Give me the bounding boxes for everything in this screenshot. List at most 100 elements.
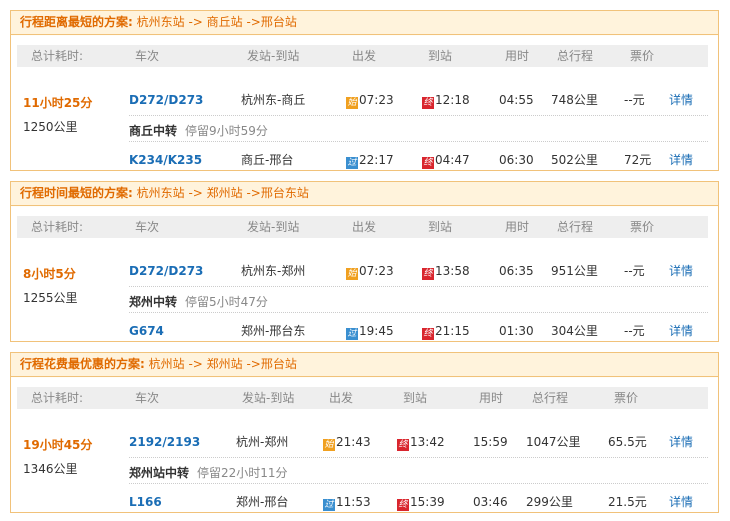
- plan-route: 杭州东站 -> 商丘站 ->邢台站: [136, 15, 297, 29]
- leg-price: --元: [624, 324, 645, 338]
- plan-card-shortest-time: 行程时间最短的方案: 杭州东站 -> 郑州站 ->邢台东站 总计耗时: 车次 发…: [10, 181, 719, 342]
- leg-stations: 郑州-邢台: [236, 495, 289, 509]
- end-station-icon: 终: [422, 97, 434, 109]
- leg-duration: 01:30: [499, 324, 534, 338]
- leg-distance: 1047公里: [526, 435, 581, 449]
- train-number[interactable]: K234/K235: [129, 148, 202, 172]
- train-number[interactable]: L166: [129, 490, 162, 514]
- train-number[interactable]: 2192/2193: [129, 430, 200, 454]
- arrive-time: 终 12:18: [422, 93, 470, 109]
- col-total-time: 总计耗时:: [31, 49, 84, 63]
- plan-card-cheapest: 行程花费最优惠的方案: 杭州站 -> 郑州站 ->邢台站 总计耗时: 车次 发站…: [10, 352, 719, 513]
- col-depart: 出发: [352, 49, 377, 63]
- detail-link[interactable]: 详情: [669, 430, 693, 454]
- col-price: 票价: [630, 220, 655, 234]
- col-distance: 总行程: [532, 391, 569, 405]
- plan-route: 杭州站 -> 郑州站 ->邢台站: [148, 357, 297, 371]
- arrive-time: 终 13:58: [422, 264, 470, 280]
- leg-row: 2192/2193 杭州-郑州 始 21:43 终 13:42 15:59 1047…: [11, 430, 718, 454]
- leg-stations: 商丘-邢台: [241, 153, 294, 167]
- pass-station-icon: 过: [346, 328, 358, 340]
- leg-duration: 06:35: [499, 264, 534, 278]
- transfer-station: 郑州站中转: [129, 466, 190, 480]
- col-train: 车次: [135, 220, 160, 234]
- divider: [129, 286, 708, 287]
- leg-distance: 951公里: [551, 264, 598, 278]
- transfer-stay: 停留5小时47分: [185, 295, 268, 309]
- total-distance: 1250公里: [23, 120, 78, 134]
- leg-distance: 748公里: [551, 93, 598, 107]
- leg-price: --元: [624, 93, 645, 107]
- leg-stations: 郑州-邢台东: [241, 324, 306, 338]
- detail-link[interactable]: 详情: [669, 490, 693, 514]
- col-depart: 出发: [352, 220, 377, 234]
- leg-row: D272/D273 杭州东-商丘 始 07:23 终 12:18 04:55 748…: [11, 88, 718, 112]
- plan-header: 行程距离最短的方案: 杭州东站 -> 商丘站 ->邢台站: [11, 11, 718, 35]
- detail-link[interactable]: 详情: [669, 319, 693, 343]
- col-duration: 用时: [505, 49, 530, 63]
- leg-duration: 04:55: [499, 93, 534, 107]
- col-total-time: 总计耗时:: [31, 220, 84, 234]
- divider: [129, 141, 708, 142]
- column-header-row: 总计耗时: 车次 发站-到站 出发 到站 用时 总行程 票价: [17, 387, 708, 409]
- plan-title: 行程花费最优惠的方案:: [20, 357, 145, 371]
- detail-link[interactable]: 详情: [669, 259, 693, 283]
- leg-price: --元: [624, 264, 645, 278]
- detail-link[interactable]: 详情: [669, 148, 693, 172]
- col-train: 车次: [135, 49, 160, 63]
- depart-time: 始 21:43: [323, 435, 371, 451]
- train-number[interactable]: D272/D273: [129, 88, 203, 112]
- leg-distance: 502公里: [551, 153, 598, 167]
- detail-link[interactable]: 详情: [669, 88, 693, 112]
- col-depart: 出发: [329, 391, 354, 405]
- leg-price: 65.5元: [608, 435, 647, 449]
- leg-distance: 304公里: [551, 324, 598, 338]
- train-number[interactable]: D272/D273: [129, 259, 203, 283]
- depart-time: 始 07:23: [346, 93, 394, 109]
- col-arrive: 到站: [428, 220, 453, 234]
- leg-row: K234/K235 商丘-邢台 过 22:17 终 04:47 06:30 502公…: [11, 148, 718, 172]
- plan-title: 行程距离最短的方案:: [20, 15, 133, 29]
- plan-card-shortest-distance: 行程距离最短的方案: 杭州东站 -> 商丘站 ->邢台站 总计耗时: 车次 发站…: [10, 10, 719, 171]
- leg-price: 21.5元: [608, 495, 647, 509]
- arrive-time: 终 15:39: [397, 495, 445, 511]
- end-station-icon: 终: [422, 157, 434, 169]
- end-station-icon: 终: [397, 439, 409, 451]
- transfer-station: 郑州中转: [129, 295, 178, 309]
- col-stations: 发站-到站: [242, 391, 295, 405]
- depart-time: 过 11:53: [323, 495, 371, 511]
- end-station-icon: 终: [422, 328, 434, 340]
- plan-header: 行程时间最短的方案: 杭州东站 -> 郑州站 ->邢台东站: [11, 182, 718, 206]
- divider: [129, 115, 708, 116]
- depart-time: 过 22:17: [346, 153, 394, 169]
- col-distance: 总行程: [557, 49, 594, 63]
- divider: [129, 312, 708, 313]
- leg-stations: 杭州东-郑州: [241, 264, 306, 278]
- arrive-time: 终 04:47: [422, 153, 470, 169]
- transfer-info: 商丘中转 停留9小时59分: [129, 120, 268, 142]
- start-station-icon: 始: [323, 439, 335, 451]
- divider: [129, 483, 708, 484]
- leg-duration: 15:59: [473, 435, 508, 449]
- train-number[interactable]: G674: [129, 319, 164, 343]
- col-price: 票价: [614, 391, 639, 405]
- col-train: 车次: [135, 391, 160, 405]
- arrive-time: 终 13:42: [397, 435, 445, 451]
- plan-header: 行程花费最优惠的方案: 杭州站 -> 郑州站 ->邢台站: [11, 353, 718, 377]
- leg-stations: 杭州-郑州: [236, 435, 289, 449]
- leg-distance: 299公里: [526, 495, 573, 509]
- leg-duration: 06:30: [499, 153, 534, 167]
- leg-duration: 03:46: [473, 495, 508, 509]
- column-header-row: 总计耗时: 车次 发站-到站 出发 到站 用时 总行程 票价: [17, 45, 708, 67]
- col-duration: 用时: [479, 391, 504, 405]
- pass-station-icon: 过: [346, 157, 358, 169]
- end-station-icon: 终: [397, 499, 409, 511]
- total-distance: 1255公里: [23, 291, 78, 305]
- col-duration: 用时: [505, 220, 530, 234]
- col-price: 票价: [630, 49, 655, 63]
- start-station-icon: 始: [346, 97, 358, 109]
- pass-station-icon: 过: [323, 499, 335, 511]
- arrive-time: 终 21:15: [422, 324, 470, 340]
- end-station-icon: 终: [422, 268, 434, 280]
- depart-time: 始 07:23: [346, 264, 394, 280]
